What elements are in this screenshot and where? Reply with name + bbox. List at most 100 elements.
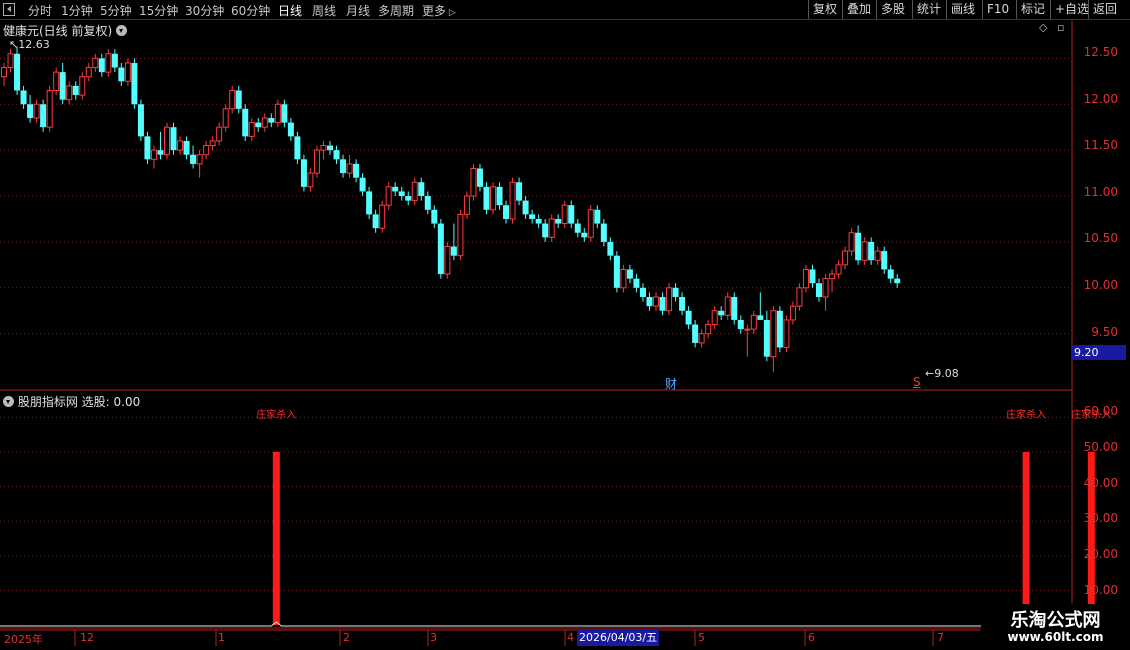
- price-tick: 10.50: [1083, 231, 1118, 245]
- candle-body: [711, 310, 718, 326]
- candle-body: [66, 85, 73, 101]
- candle-body: [111, 53, 118, 68]
- candle-body: [574, 223, 581, 233]
- signal-bar: [1022, 451, 1030, 625]
- candle-body: [626, 269, 633, 279]
- candle-body: [659, 296, 666, 311]
- candle-body: [281, 104, 288, 123]
- candle-body: [855, 232, 862, 261]
- candle-body: [822, 278, 829, 298]
- candle-body: [385, 186, 392, 206]
- pane-menu-icon[interactable]: [116, 25, 128, 36]
- candle-body: [848, 232, 855, 252]
- candle-body: [783, 319, 790, 348]
- candle-body: [431, 209, 438, 224]
- candle-body: [705, 324, 712, 335]
- month-label: 2: [343, 631, 350, 644]
- signal-bar: [272, 451, 280, 625]
- candle-body: [555, 218, 562, 224]
- candle-body: [1, 67, 7, 78]
- high-price-label: ↖12.63: [9, 38, 50, 51]
- current-price-tag: 9.20: [1072, 345, 1126, 360]
- candle-body: [600, 223, 607, 242]
- candle-body: [874, 250, 881, 261]
- candle-body: [490, 186, 496, 211]
- price-tick: 12.00: [1083, 92, 1118, 106]
- candle-body: [809, 269, 816, 284]
- candle-body: [411, 181, 418, 202]
- financial-report-marker[interactable]: 财: [665, 375, 677, 392]
- candle-body: [483, 186, 490, 210]
- diamond-icon[interactable]: ◇: [1039, 21, 1047, 34]
- select-value: 0.00: [113, 395, 141, 409]
- month-label: 3: [430, 631, 437, 644]
- candle-body: [398, 191, 405, 197]
- candle-body: [287, 122, 294, 137]
- sell-signal-marker[interactable]: S: [913, 375, 921, 389]
- candle-body: [476, 168, 483, 187]
- candle-body: [72, 85, 79, 96]
- candle-body: [470, 167, 477, 197]
- candle-body: [568, 205, 575, 224]
- month-label: 4: [567, 631, 574, 644]
- watermark: 乐淘公式网 www.60lt.com: [981, 604, 1130, 650]
- candle-body: [327, 145, 333, 151]
- candle-body: [816, 283, 822, 297]
- main-pane-title: 健康元(日线 前复权): [3, 24, 113, 38]
- candle-body: [255, 122, 262, 128]
- candle-body: [522, 200, 529, 215]
- candle-body: [887, 269, 894, 279]
- candle-body: [789, 305, 796, 321]
- select-label: 选股:: [81, 395, 110, 409]
- candle-body: [20, 90, 27, 105]
- candle-body: [14, 53, 21, 91]
- candle-body: [59, 72, 66, 100]
- indicator-tick: 30.00: [1083, 511, 1118, 525]
- candle-body: [118, 67, 125, 82]
- month-label: 7: [937, 631, 944, 644]
- candle-body: [53, 71, 60, 91]
- candle-body: [235, 90, 242, 109]
- expand-icon[interactable]: ▫: [1057, 21, 1064, 34]
- price-tick: 10.00: [1083, 278, 1118, 292]
- low-price-label: ←9.08: [925, 367, 959, 380]
- candle-body: [209, 140, 216, 147]
- month-label: 1: [218, 631, 225, 644]
- candle-body: [340, 159, 347, 174]
- candle-body: [692, 324, 699, 343]
- month-label: 5: [698, 631, 705, 644]
- candle-body: [881, 251, 888, 270]
- candle-body: [666, 287, 673, 312]
- price-tick: 11.50: [1083, 138, 1118, 152]
- candle-body: [190, 154, 197, 164]
- candle-body: [333, 150, 340, 160]
- candle-body: [503, 205, 510, 219]
- candle-body: [463, 195, 470, 215]
- candle-body: [46, 89, 53, 128]
- candle-body: [842, 250, 849, 266]
- candle-body: [770, 310, 777, 358]
- candle-body: [724, 296, 731, 316]
- indicator-menu-icon[interactable]: [3, 396, 14, 407]
- candle-body: [359, 177, 366, 192]
- candle-body: [639, 287, 646, 297]
- candle-body: [346, 163, 353, 174]
- watermark-url: www.60lt.com: [1007, 630, 1104, 644]
- high-price-value: 12.63: [18, 38, 50, 51]
- candle-body: [124, 62, 131, 82]
- candle-body: [300, 159, 307, 187]
- kline-chart[interactable]: [0, 0, 1130, 650]
- candle-body: [698, 333, 705, 344]
- candle-body: [242, 108, 249, 137]
- candle-body: [437, 223, 444, 275]
- candle-body: [457, 213, 464, 257]
- candle-body: [144, 136, 151, 160]
- candle-body: [646, 296, 653, 307]
- cursor-date-label: 2026/04/03/五: [577, 630, 660, 646]
- candle-body: [418, 182, 425, 197]
- candle-body: [829, 273, 836, 280]
- indicator-tick: 20.00: [1083, 547, 1118, 561]
- candle-body: [196, 154, 203, 165]
- candle-body: [750, 314, 757, 330]
- candle-body: [561, 204, 568, 225]
